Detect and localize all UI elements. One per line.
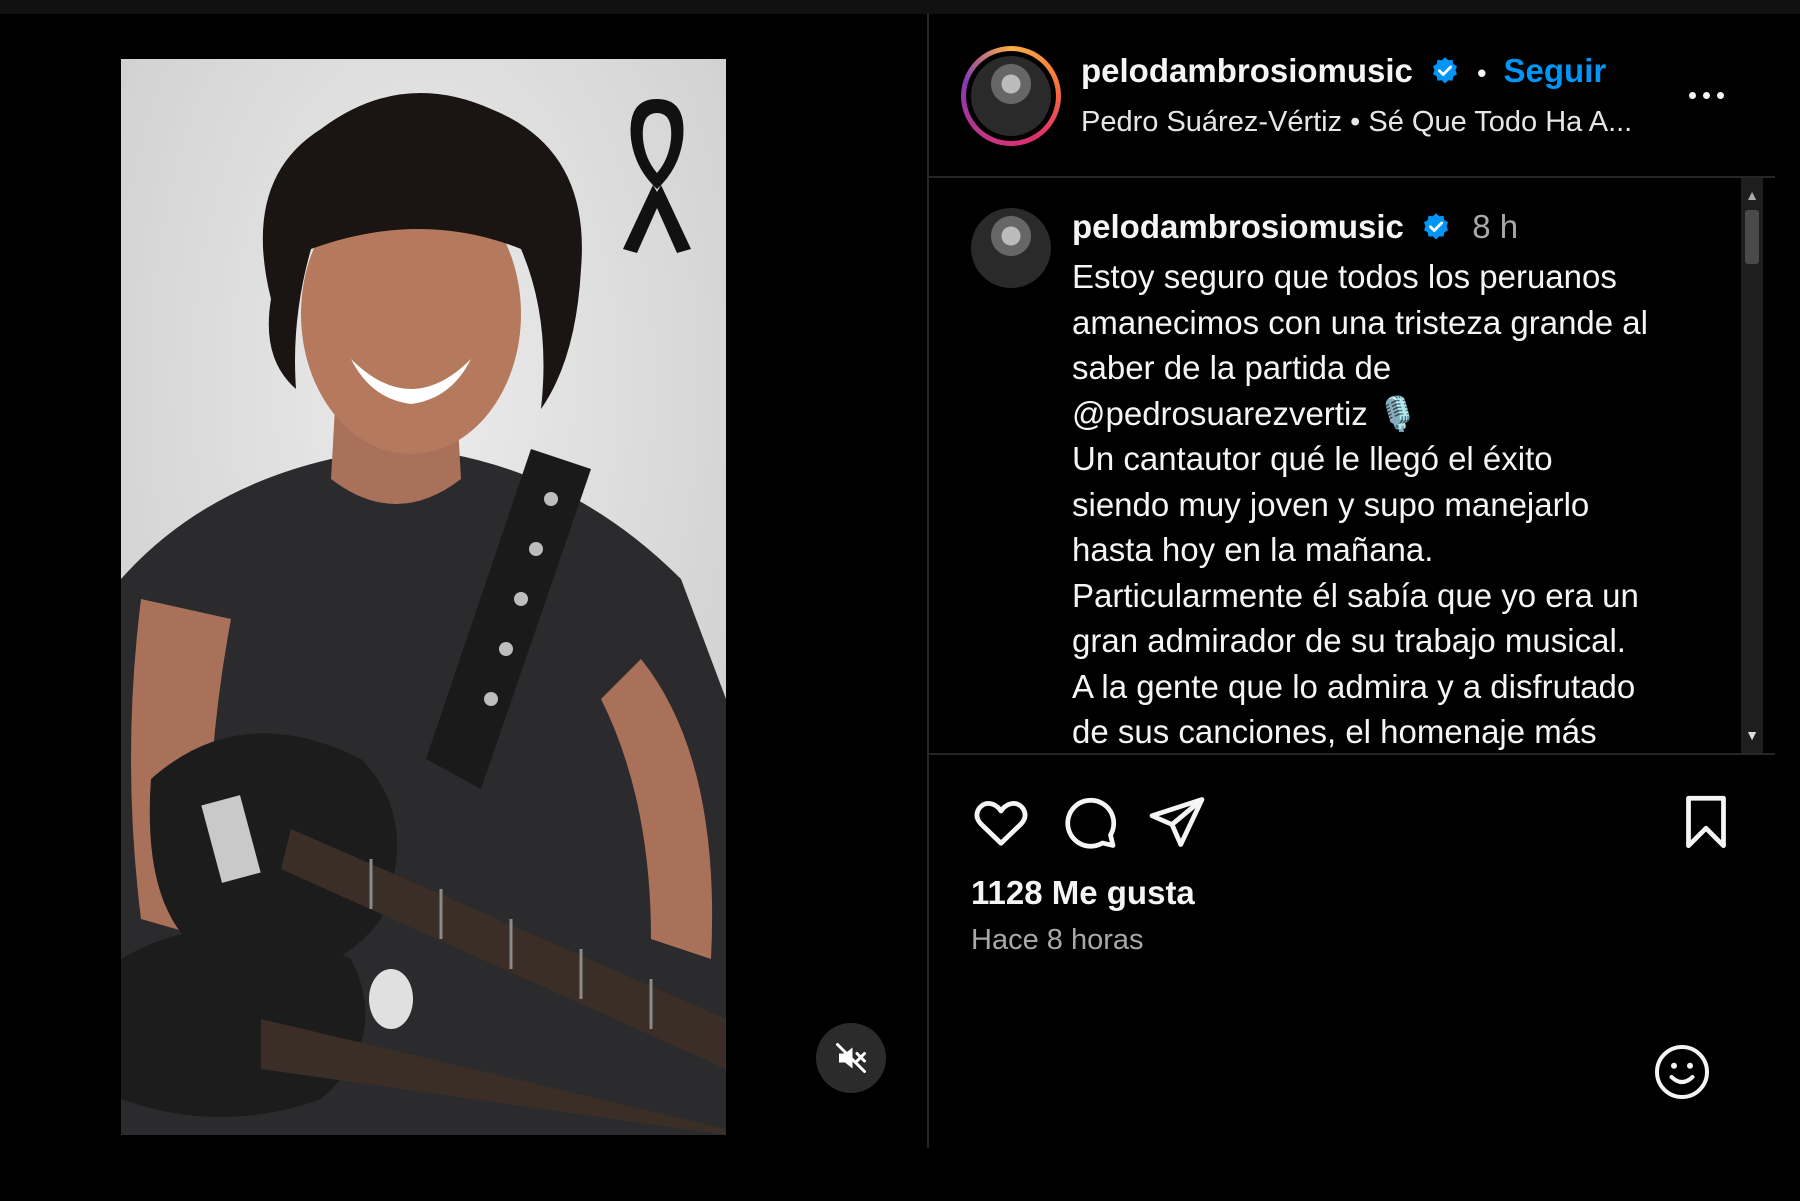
caption-header: pelodambrosiomusic 8 h — [1072, 208, 1518, 246]
mute-button[interactable] — [816, 1023, 886, 1093]
audio-subtitle[interactable]: Pedro Suárez-Vértiz • Sé Que Todo Ha A..… — [1081, 106, 1632, 139]
caption-line: Particularmente él sabía que yo era un — [1072, 576, 1639, 614]
header-username[interactable]: pelodambrosiomusic — [1081, 52, 1413, 89]
caption-line: Un cantautor qué le llegó el éxito — [1072, 440, 1553, 477]
bookmark-icon[interactable] — [1676, 792, 1736, 852]
caption-username[interactable]: pelodambrosiomusic — [1072, 208, 1404, 245]
verified-badge-icon — [1433, 57, 1458, 84]
paper-plane-icon[interactable] — [1147, 792, 1207, 852]
more-dot-icon — [1688, 91, 1696, 99]
caption-line: hasta hoy en la mañana. — [1072, 531, 1434, 568]
top-edge — [0, 0, 1800, 14]
story-avatar[interactable] — [961, 46, 1061, 146]
caption-line: Estoy seguro que todos los peruanos — [1072, 258, 1617, 295]
caption-time: 8 h — [1472, 208, 1519, 245]
follow-button[interactable]: Seguir — [1504, 52, 1607, 89]
post-details-panel: pelodambrosiomusic • Seguir Pedro Suárez… — [929, 14, 1775, 1148]
heart-icon[interactable] — [971, 792, 1031, 852]
caption-mention[interactable]: @pedrosuarezvertiz 🎙️ — [1072, 391, 1712, 437]
more-options-button[interactable] — [1681, 80, 1731, 110]
caption-scrollbar[interactable]: ▲ ▼ — [1741, 178, 1763, 753]
comment-bubble-icon[interactable] — [1059, 792, 1119, 852]
caption-line: de sus canciones, el homenaje más — [1072, 713, 1597, 750]
scroll-thumb[interactable] — [1745, 210, 1759, 264]
scroll-down-arrow-icon[interactable]: ▼ — [1741, 726, 1763, 744]
post-header: pelodambrosiomusic • Seguir Pedro Suárez… — [929, 14, 1775, 178]
caption-line: saber de la partida de — [1072, 349, 1392, 386]
caption-line: amanecimos con una tristeza grande al — [1072, 303, 1648, 341]
post-photo — [121, 59, 726, 1135]
speaker-muted-icon — [836, 1043, 866, 1073]
black-ribbon-icon — [623, 99, 691, 253]
caption-line: siendo muy joven y supo manejarlo — [1072, 485, 1590, 523]
caption-avatar[interactable] — [971, 208, 1051, 288]
post-timestamp: Hace 8 horas — [971, 924, 1144, 956]
smiley-icon[interactable] — [1652, 1042, 1712, 1102]
verified-badge-icon — [1424, 213, 1449, 240]
header-separator: • — [1477, 58, 1487, 88]
caption-line: gran admirador de su trabajo musical. — [1072, 622, 1626, 659]
post-media — [0, 14, 927, 1148]
bottom-bar — [0, 1150, 1800, 1201]
caption-text: Estoy seguro que todos los peruanos aman… — [1072, 254, 1712, 753]
like-count[interactable]: 1128 Me gusta — [971, 874, 1195, 912]
caption-area[interactable]: pelodambrosiomusic 8 h Estoy seguro que … — [929, 178, 1775, 755]
scroll-up-arrow-icon[interactable]: ▲ — [1741, 186, 1763, 204]
more-dot-icon — [1716, 91, 1724, 99]
caption-line: A la gente que lo admira y a disfrutado — [1072, 667, 1636, 705]
action-bar — [929, 755, 1775, 849]
header-username-row: pelodambrosiomusic • Seguir — [1081, 52, 1606, 90]
more-dot-icon — [1702, 91, 1710, 99]
